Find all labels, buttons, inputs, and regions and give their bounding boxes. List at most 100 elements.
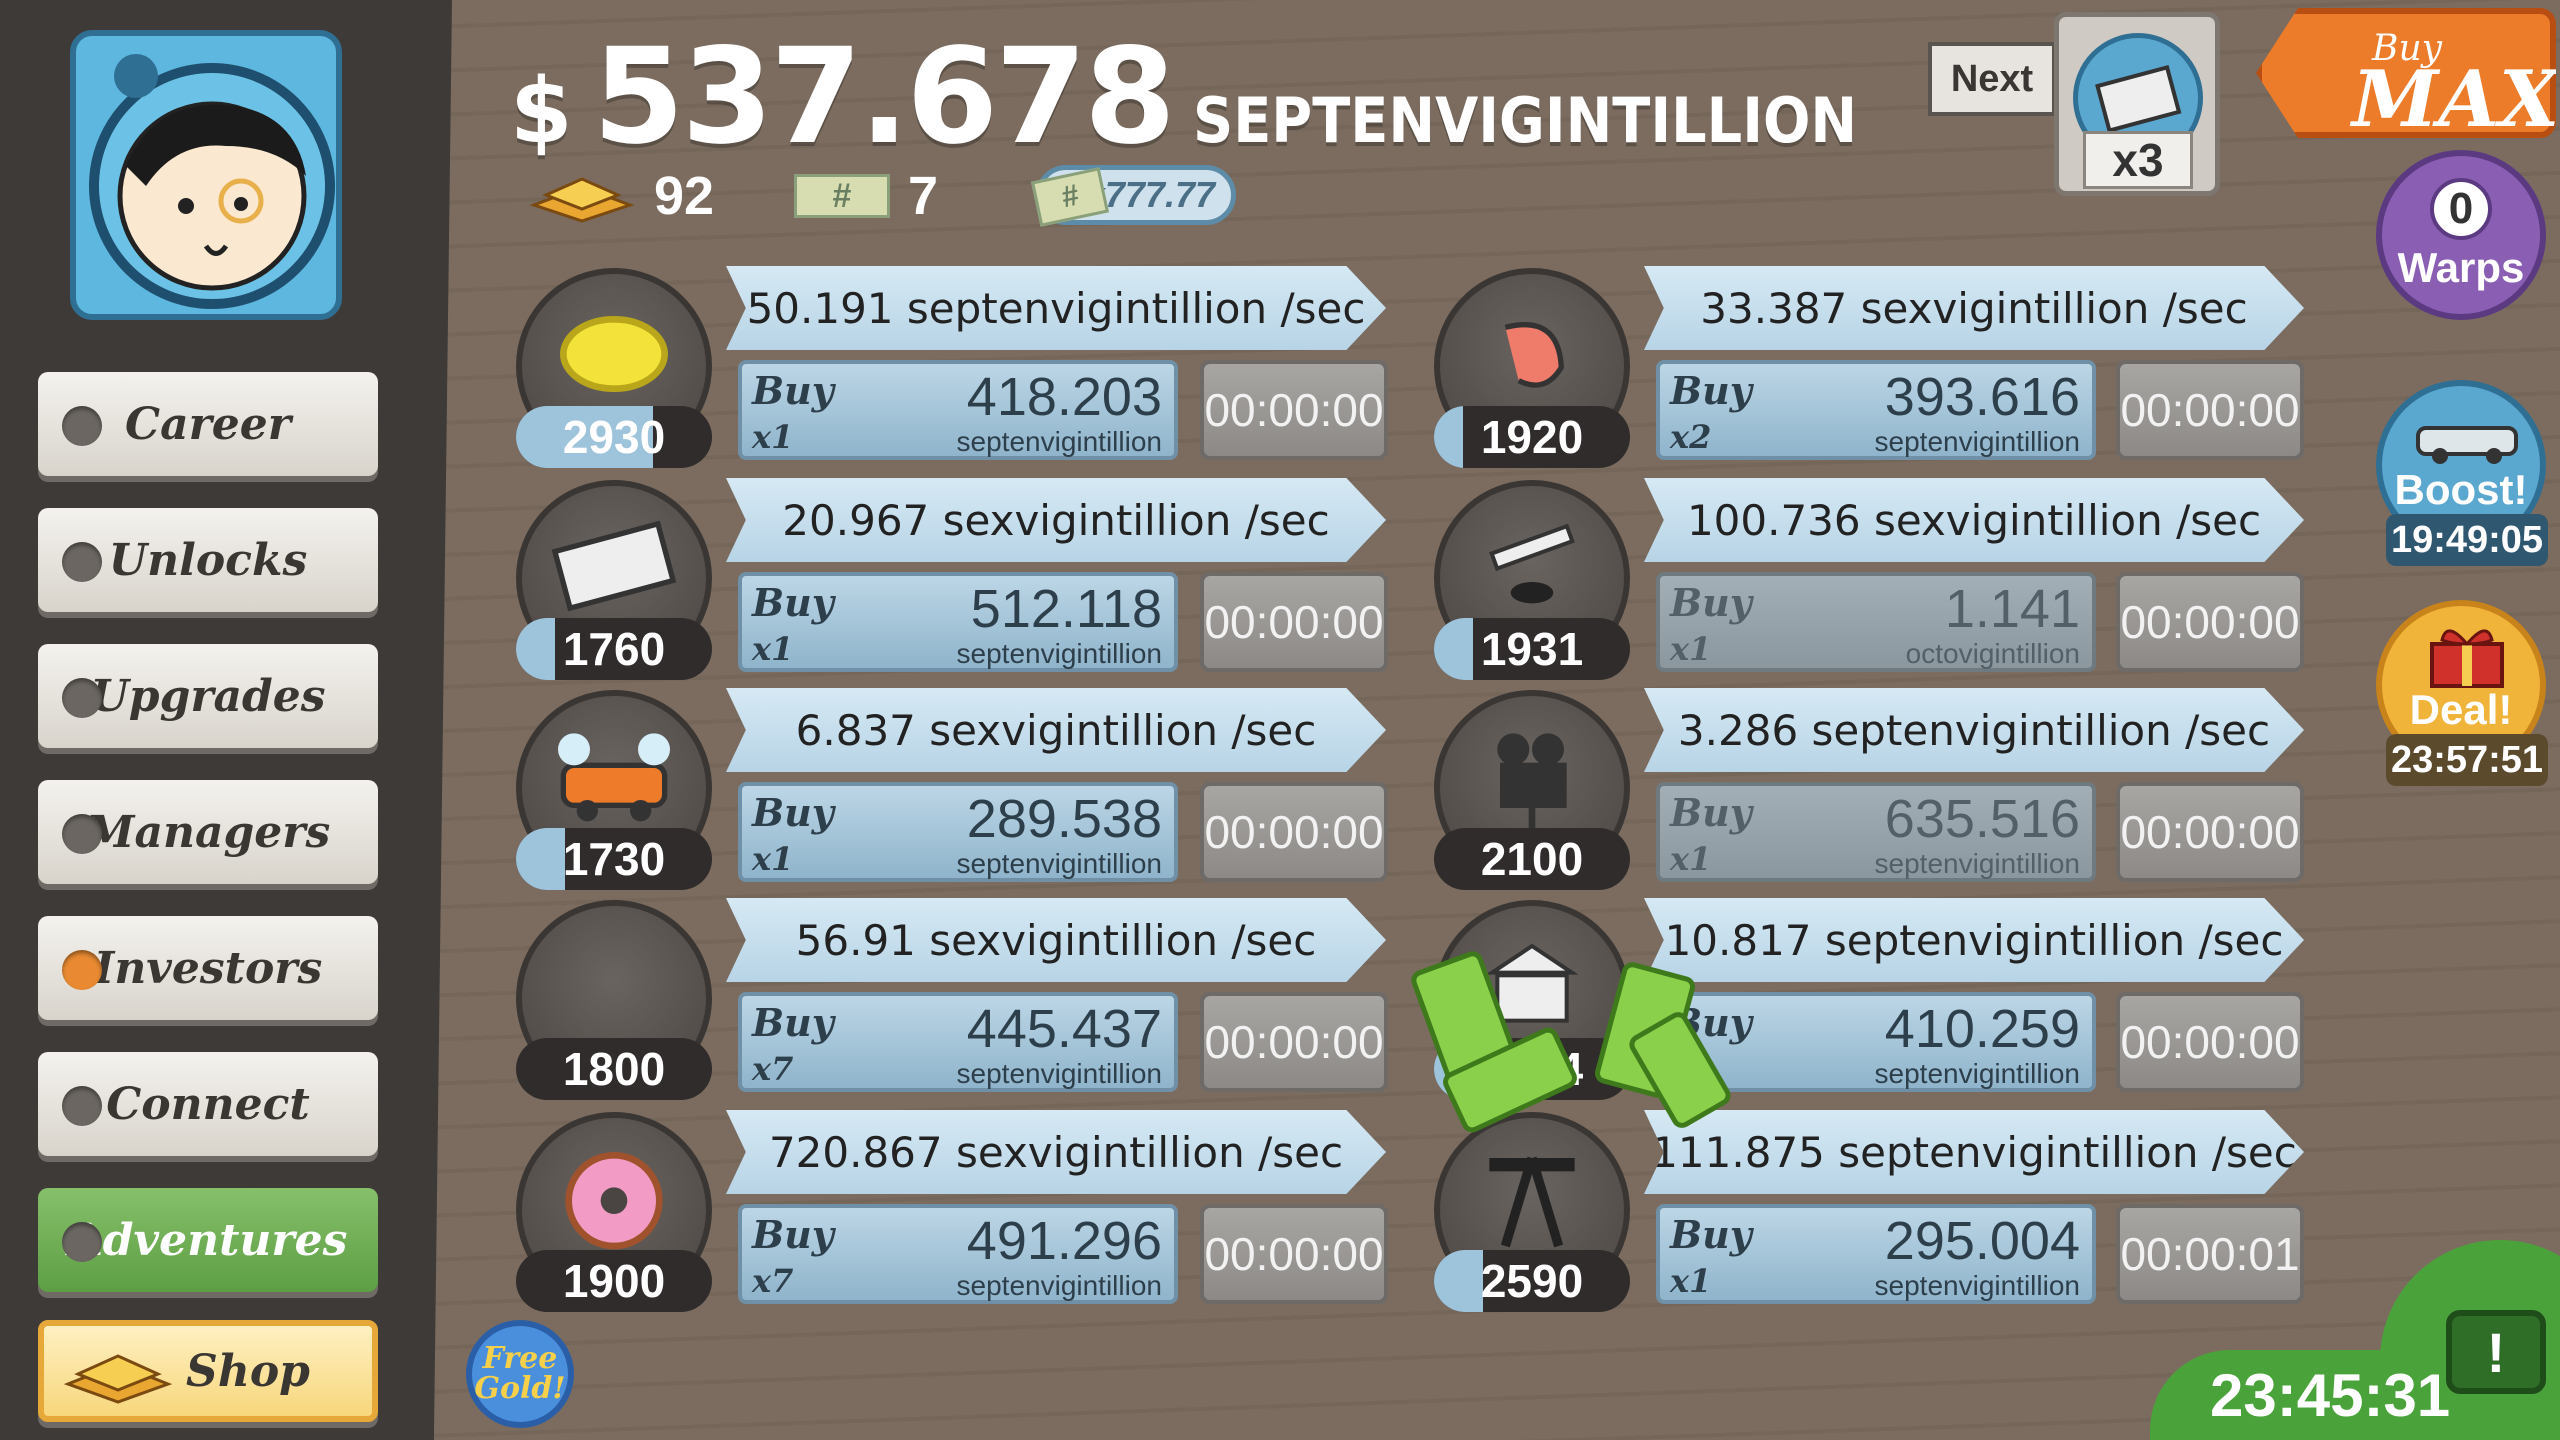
news-multiplier-box[interactable]: x3 [2054, 12, 2220, 196]
buy-business-button[interactable]: Buy x1 512.118 septenvigintillion [738, 572, 1178, 672]
nav-upgrades-label: Upgrades [90, 670, 326, 722]
nav-managers-button[interactable]: Managers [38, 780, 378, 884]
business-timer: 00:00:00 [1200, 782, 1388, 882]
money-amount: 537.678 [592, 20, 1176, 174]
buy-business-button[interactable]: Buy x1 289.538 septenvigintillion [738, 782, 1178, 882]
buy-label: Buy [752, 1212, 834, 1257]
business-timer: 00:00:00 [1200, 992, 1388, 1092]
nav-career-label: Career [125, 398, 291, 450]
business-owned-count: 2590 [1434, 1250, 1630, 1312]
revenue-rate-label: 20.967 sexvigintillion /sec [782, 495, 1330, 545]
gift-box-icon [2430, 629, 2504, 688]
next-label: Next [1950, 57, 2034, 100]
revenue-rate-label: 100.736 sexvigintillion /sec [1686, 495, 2262, 545]
business-owned-count: 1900 [516, 1250, 712, 1312]
buy-cost-value: 393.616 [1884, 367, 2080, 427]
astronaut-avatar-icon [89, 54, 335, 309]
career-indicator-dot [62, 406, 102, 446]
revenue-rate-label: 10.817 septenvigintillion /sec [1664, 915, 2284, 965]
unlock-progress-fill [516, 828, 565, 890]
tv-timer-label: 23:45:31 [2210, 1361, 2451, 1429]
buy-cost-unit: septenvigintillion [956, 638, 1162, 669]
business-timer: 00:00:00 [2116, 782, 2304, 882]
revenue-rate-label: 50.191 septenvigintillion /sec [746, 283, 1366, 333]
news-next-button[interactable]: Next [1928, 42, 2056, 116]
warps-badge[interactable]: 0 Warps [2376, 150, 2546, 320]
megaticket-counter: # 7 [794, 165, 938, 227]
nav-career-button[interactable]: Career [38, 372, 378, 476]
buy-cost-value: 418.203 [966, 367, 1162, 427]
nav-upgrades-button[interactable]: Upgrades [38, 644, 378, 748]
player-avatar[interactable] [70, 30, 342, 320]
buy-multiplier: x1 [1670, 1262, 1712, 1300]
business-owned-count: 2100 [1434, 828, 1630, 890]
buy-label: Buy [1670, 790, 1752, 835]
buy-multiplier: x1 [1670, 840, 1712, 878]
nav-adventures-button[interactable]: Adventures [38, 1188, 378, 1292]
owned-count-label: 2100 [1480, 833, 1584, 885]
nav-investors-label: Investors [93, 942, 323, 994]
revenue-rate-label: 56.91 sexvigintillion /sec [795, 915, 1317, 965]
revenue-rate-bar[interactable]: 33.387 sexvigintillion /sec [1644, 266, 2304, 350]
gold-bar-icon [529, 177, 635, 223]
business-owned-count: 1800 [516, 1038, 712, 1100]
buy-multiplier: x7 [752, 1050, 794, 1088]
owned-count-label: 1920 [1480, 411, 1584, 463]
nav-managers-label: Managers [85, 806, 331, 858]
timer-label: 00:00:00 [2120, 596, 2300, 648]
revenue-rate-bar[interactable]: 50.191 septenvigintillion /sec [726, 266, 1386, 350]
warps-label: Warps [2397, 244, 2525, 291]
business-owned-count: 2930 [516, 406, 712, 468]
buy-cost-unit: septenvigintillion [956, 848, 1162, 879]
adventures-indicator-dot [62, 1222, 102, 1262]
ticket-stub-icon: # [1030, 167, 1110, 227]
shop-button[interactable]: Shop [38, 1320, 378, 1422]
revenue-rate-bar[interactable]: 720.867 sexvigintillion /sec [726, 1110, 1386, 1194]
revenue-rate-bar[interactable]: 56.91 sexvigintillion /sec [726, 898, 1386, 982]
buy-business-button[interactable]: Buy x1 418.203 septenvigintillion [738, 360, 1178, 460]
business-timer: 00:00:01 [2116, 1204, 2304, 1304]
buy-business-button[interactable]: Buy x1 295.004 septenvigintillion [1656, 1204, 2096, 1304]
buy-max-button[interactable]: Buy MAX [2256, 8, 2556, 138]
buy-cost-value: 512.118 [970, 579, 1162, 639]
revenue-rate-bar[interactable]: 100.736 sexvigintillion /sec [1644, 478, 2304, 562]
nav-unlocks-button[interactable]: Unlocks [38, 508, 378, 612]
timer-label: 00:00:00 [2120, 384, 2300, 436]
boost-badge[interactable]: Boost! 19:49:05 [2376, 380, 2548, 566]
buy-business-button[interactable]: Buy x7 445.437 septenvigintillion [738, 992, 1178, 1092]
business-owned-count: 1920 [1434, 406, 1630, 468]
news-multiplier: x3 [2083, 131, 2193, 189]
owned-count-label: 1900 [562, 1255, 666, 1307]
nav-connect-button[interactable]: Connect [38, 1052, 378, 1156]
revenue-rate-bar[interactable]: 20.967 sexvigintillion /sec [726, 478, 1386, 562]
nav-investors-button[interactable]: Investors [38, 916, 378, 1020]
unlock-progress-fill [1434, 1250, 1483, 1312]
revenue-rate-bar[interactable]: 6.837 sexvigintillion /sec [726, 688, 1386, 772]
business-timer: 00:00:00 [2116, 572, 2304, 672]
unlocks-indicator-dot [62, 542, 102, 582]
deal-badge[interactable]: Deal! 23:57:51 [2376, 600, 2548, 786]
buy-multiplier: x1 [752, 840, 794, 878]
buy-cost-unit: septenvigintillion [1874, 1058, 2080, 1089]
owned-count-label: 2930 [562, 411, 666, 463]
buy-business-button[interactable]: Buy x7 491.296 septenvigintillion [738, 1204, 1178, 1304]
free-gold-button[interactable]: Free Gold! [466, 1320, 574, 1428]
buy-multiplier: x1 [1670, 630, 1712, 668]
buy-business-button[interactable]: Buy x2 393.616 septenvigintillion [1656, 360, 2096, 460]
deal-timer: 23:57:51 [2386, 734, 2548, 786]
buy-business-button[interactable]: Buy x1 1.141 octovigintillion [1656, 572, 2096, 672]
unlock-progress-fill [1434, 618, 1474, 680]
owned-count-label: 2590 [1480, 1255, 1584, 1307]
revenue-rate-bar[interactable]: 3.286 septenvigintillion /sec [1644, 688, 2304, 772]
gold-counter: 92 [528, 165, 714, 227]
multiplier-ticket[interactable]: # x777.77 [1030, 165, 1236, 227]
dollar-sign: $ [510, 59, 573, 164]
boost-label: Boost! [2394, 466, 2528, 513]
timer-label: 00:00:00 [2120, 806, 2300, 858]
tv-icon[interactable]: ! [2446, 1310, 2546, 1394]
buy-cost-value: 289.538 [966, 789, 1162, 849]
buy-cost-unit: septenvigintillion [956, 1270, 1162, 1301]
buy-business-button[interactable]: Buy x1 635.516 septenvigintillion [1656, 782, 2096, 882]
buy-label: Buy [752, 368, 834, 413]
buy-label: Buy [1670, 580, 1752, 625]
